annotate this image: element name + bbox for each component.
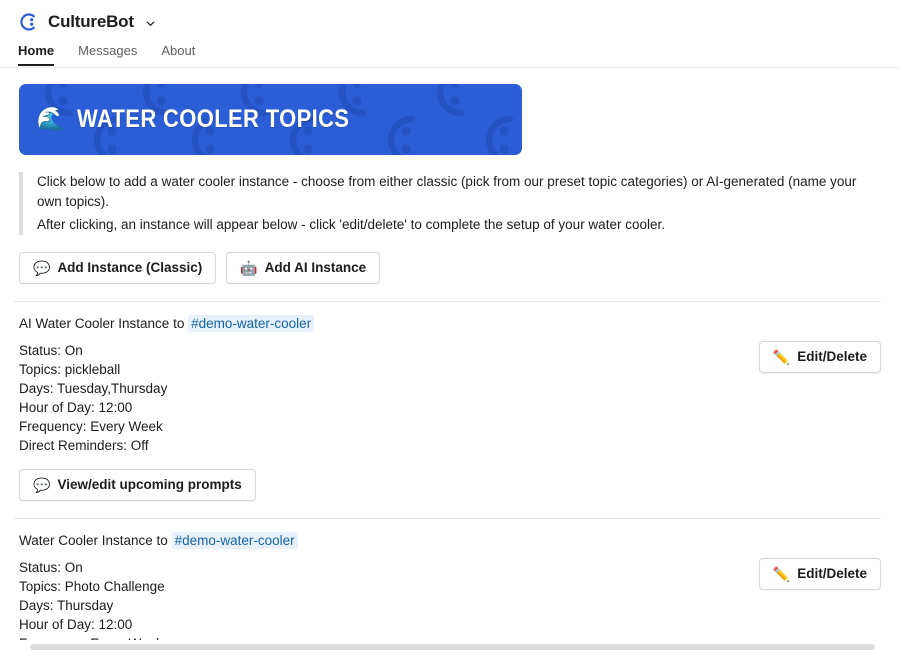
instance-field-list-classic: Status: On Topics: Photo Challenge Days:… bbox=[19, 558, 165, 651]
speech-balloon-emoji: 💬 bbox=[33, 477, 51, 493]
divider bbox=[14, 518, 881, 519]
pencil-emoji: ✏️ bbox=[772, 349, 791, 365]
field-status: Status: On bbox=[19, 560, 83, 575]
chevron-down-icon[interactable] bbox=[145, 18, 155, 28]
field-hour-of-day: Hour of Day: 12:00 bbox=[19, 617, 133, 632]
add-instance-button-row: 💬 Add Instance (Classic) 🤖 Add AI Instan… bbox=[19, 252, 900, 284]
edit-delete-label: Edit/Delete bbox=[797, 566, 867, 581]
instructions-line-2: After clicking, an instance will appear … bbox=[37, 217, 665, 232]
instance-title-prefix: AI Water Cooler Instance to bbox=[19, 316, 185, 331]
instance-field-list-ai: Status: On Topics: pickleball Days: Tues… bbox=[19, 341, 167, 455]
banner-title: WATER COOLER TOPICS bbox=[76, 105, 350, 133]
wave-emoji: 🌊 bbox=[36, 105, 66, 133]
edit-delete-button[interactable]: ✏️ Edit/Delete bbox=[758, 558, 881, 590]
instance-card-classic: Water Cooler Instance to #demo-water-coo… bbox=[0, 531, 900, 651]
view-edit-upcoming-prompts-label: View/edit upcoming prompts bbox=[57, 477, 242, 492]
instance-card-ai: AI Water Cooler Instance to #demo-water-… bbox=[0, 314, 900, 501]
tab-about[interactable]: About bbox=[161, 43, 195, 66]
tab-messages[interactable]: Messages bbox=[78, 43, 137, 66]
add-instance-classic-label: Add Instance (Classic) bbox=[57, 260, 203, 275]
instance-body-ai: Status: On Topics: pickleball Days: Tues… bbox=[19, 341, 881, 455]
horizontal-scrollbar[interactable] bbox=[0, 640, 900, 651]
instance-title-classic: Water Cooler Instance to #demo-water-coo… bbox=[19, 531, 881, 551]
pencil-emoji: ✏️ bbox=[772, 566, 791, 582]
instance-title-ai: AI Water Cooler Instance to #demo-water-… bbox=[19, 314, 881, 334]
tab-home[interactable]: Home bbox=[18, 43, 55, 66]
banner-content: 🌊 WATER COOLER TOPICS bbox=[19, 105, 386, 134]
field-days: Days: Tuesday,Thursday bbox=[19, 381, 168, 396]
view-edit-upcoming-prompts-button[interactable]: 💬 View/edit upcoming prompts bbox=[19, 469, 256, 501]
field-frequency: Frequency: Every Week bbox=[19, 419, 163, 434]
scrollbar-thumb[interactable] bbox=[30, 644, 875, 650]
edit-delete-wrapper-classic: ✏️ Edit/Delete bbox=[758, 558, 881, 590]
banner-wrapper: 🌊 WATER COOLER TOPICS bbox=[0, 68, 900, 155]
instance-title-prefix: Water Cooler Instance to bbox=[19, 533, 168, 548]
culturebot-logo-icon bbox=[18, 12, 38, 32]
channel-link[interactable]: #demo-water-cooler bbox=[171, 532, 298, 549]
divider bbox=[14, 301, 881, 302]
robot-emoji: 🤖 bbox=[240, 260, 258, 276]
view-prompts-wrapper-ai: 💬 View/edit upcoming prompts bbox=[19, 469, 881, 501]
add-instance-classic-button[interactable]: 💬 Add Instance (Classic) bbox=[19, 252, 217, 284]
instructions-line-1: Click below to add a water cooler instan… bbox=[37, 174, 857, 209]
field-topics: Topics: pickleball bbox=[19, 362, 121, 377]
edit-delete-button[interactable]: ✏️ Edit/Delete bbox=[758, 341, 881, 373]
field-days: Days: Thursday bbox=[19, 598, 114, 613]
app-header: CultureBot Home Messages About bbox=[0, 0, 900, 68]
speech-balloon-emoji: 💬 bbox=[33, 260, 51, 276]
page-title: CultureBot bbox=[48, 12, 134, 31]
water-cooler-banner: 🌊 WATER COOLER TOPICS bbox=[19, 84, 522, 155]
add-ai-instance-button[interactable]: 🤖 Add AI Instance bbox=[226, 252, 381, 284]
field-status: Status: On bbox=[19, 343, 83, 358]
app-title-row: CultureBot bbox=[0, 0, 900, 36]
instance-body-classic: Status: On Topics: Photo Challenge Days:… bbox=[19, 558, 881, 651]
channel-link[interactable]: #demo-water-cooler bbox=[188, 315, 315, 332]
add-ai-instance-label: Add AI Instance bbox=[264, 260, 367, 275]
field-direct-reminders: Direct Reminders: Off bbox=[19, 438, 149, 453]
tab-bar: Home Messages About bbox=[0, 36, 900, 66]
field-topics: Topics: Photo Challenge bbox=[19, 579, 165, 594]
instructions-blockquote: Click below to add a water cooler instan… bbox=[19, 172, 879, 235]
home-tab-content: 🌊 WATER COOLER TOPICS Click below to add… bbox=[0, 68, 900, 651]
field-hour-of-day: Hour of Day: 12:00 bbox=[19, 400, 133, 415]
edit-delete-label: Edit/Delete bbox=[797, 349, 867, 364]
edit-delete-wrapper-ai: ✏️ Edit/Delete bbox=[758, 341, 881, 373]
